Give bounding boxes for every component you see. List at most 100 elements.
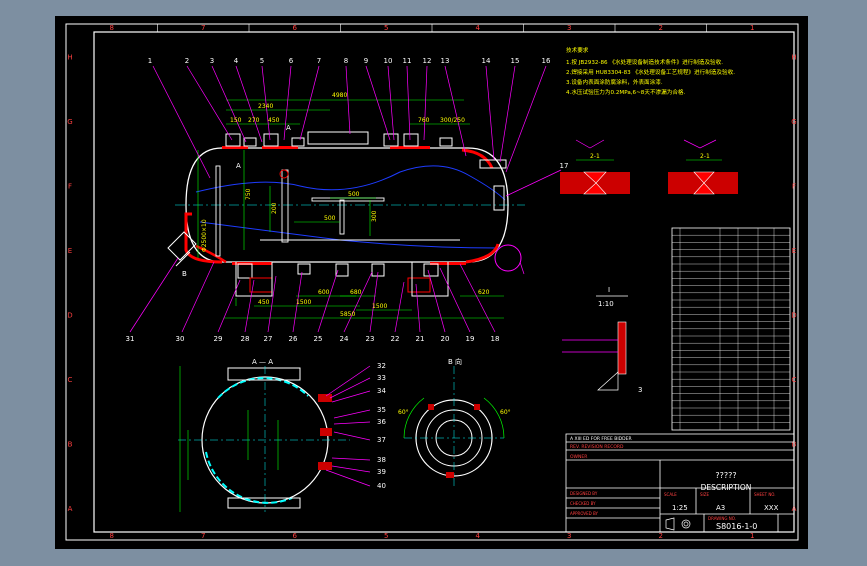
zone-row-label-left: D [67, 311, 72, 319]
zone-row-label-left: E [68, 247, 72, 255]
balloon-11: 11 [403, 57, 412, 65]
dim-300-250: 300/250 [440, 117, 465, 124]
dim-5850: 5850 [340, 311, 355, 318]
zone-col-label-bottom: 5 [384, 532, 388, 540]
revision-header: A XIII ED FOR FREE BIDDER [570, 436, 632, 442]
balloon-13: 13 [441, 57, 450, 65]
dim-270: 270 [248, 117, 260, 124]
drawing-name-cn: ????? [715, 471, 736, 480]
size-label: SIZE [700, 492, 709, 497]
balloon-34: 34 [377, 387, 386, 395]
sheet-value: XXX [764, 504, 779, 512]
balloon-25: 25 [314, 335, 323, 343]
scale-label: SCALE [664, 492, 677, 497]
balloon-10: 10 [384, 57, 393, 65]
zone-col-label-top: 3 [567, 24, 571, 32]
zone-col-label-top: 1 [750, 24, 754, 32]
balloon-15: 15 [511, 57, 520, 65]
detail-i-scale: 1:10 [598, 300, 614, 308]
balloon-16: 16 [542, 57, 551, 65]
dim-1500b: 1500 [372, 303, 387, 310]
balloon-19: 19 [466, 335, 475, 343]
balloon-17: 17 [560, 162, 569, 170]
zone-col-label-top: 8 [110, 24, 114, 32]
zone-row-label-right: E [792, 247, 796, 255]
weld-1-len: 2-1 [590, 153, 600, 160]
dim-300: 300 [371, 210, 378, 222]
zone-col-label-top: 7 [201, 24, 205, 32]
dim-4980: 4980 [332, 92, 347, 99]
zone-row-label-right: H [791, 53, 796, 61]
dim-diameter: Φ2500×10 [201, 219, 208, 252]
zone-col-label-bottom: 2 [659, 532, 663, 540]
balloon-2: 2 [185, 57, 189, 65]
zone-row-label-left: A [68, 505, 73, 513]
note-line-1: 1.按 JB2932-86 《水处理设备制造技术条件》进行制造及验收. [566, 58, 723, 66]
zone-row-label-left: F [68, 182, 72, 190]
revision-record: REV. REVISION RECORD [570, 444, 624, 450]
balloon-20: 20 [441, 335, 450, 343]
balloon-39: 39 [377, 468, 386, 476]
balloon-21: 21 [416, 335, 425, 343]
balloon-8: 8 [344, 57, 348, 65]
dim-1500: 1500 [296, 299, 311, 306]
balloon-40: 40 [377, 482, 386, 490]
balloon-26: 26 [289, 335, 298, 343]
balloon-22: 22 [391, 335, 400, 343]
zone-row-label-left: G [67, 118, 72, 126]
drawing-canvas: 8877665544332211HHGGFFEEDDCCBBAA [55, 16, 808, 549]
drawing-name-en: DESCRIPTION [701, 483, 752, 492]
mark-b: B [182, 270, 187, 278]
section-a-label: A — A [252, 358, 273, 366]
dim-620: 620 [478, 289, 490, 296]
zone-row-label-right: C [792, 376, 797, 384]
zone-col-label-bottom: 8 [110, 532, 114, 540]
balloon-24: 24 [340, 335, 349, 343]
balloon-31: 31 [126, 335, 135, 343]
balloon-23: 23 [366, 335, 375, 343]
zone-row-label-left: B [68, 440, 73, 448]
dim-600: 600 [318, 289, 330, 296]
dim-760: 760 [418, 117, 430, 124]
balloon-30: 30 [176, 335, 185, 343]
drawing-no: S8016-1-0 [716, 522, 757, 531]
zone-col-label-top: 6 [293, 24, 298, 32]
dim-150: 150 [230, 117, 242, 124]
note-line-3: 3.设备内表面涂防腐涂料，外表面涂漆. [566, 78, 663, 86]
zone-row-label-right: F [792, 182, 796, 190]
angle-60-left: 60° [398, 409, 409, 416]
zone-col-label-top: 4 [476, 24, 481, 32]
dim-2340: 2340 [258, 103, 273, 110]
zone-col-label-bottom: 4 [476, 532, 481, 540]
balloon-9: 9 [364, 57, 368, 65]
zone-row-label-right: D [791, 311, 796, 319]
note-line-4: 4.水压试验压力为0.2MPa,6~8天不渗漏为合格. [566, 88, 686, 96]
owner-label: OWNER [570, 454, 587, 460]
balloon-7: 7 [317, 57, 321, 65]
role-designed: DESIGNED BY [570, 491, 598, 496]
balloon-12: 12 [423, 57, 432, 65]
balloon-6: 6 [289, 57, 294, 65]
weld-2-len: 2-1 [700, 153, 710, 160]
dim-680: 680 [350, 289, 362, 296]
role-approved: APPROVED BY [570, 511, 599, 516]
dim-450b: 450 [258, 299, 270, 306]
mark-a-left: A [236, 162, 241, 170]
balloon-3: 3 [210, 57, 214, 65]
dim-500a: 500 [324, 215, 336, 222]
balloon-33: 33 [377, 374, 386, 382]
size-value: A3 [716, 504, 725, 512]
balloon-14: 14 [482, 57, 491, 65]
balloon-37: 37 [377, 436, 386, 444]
detail-i-label: I [608, 286, 610, 294]
balloon-36: 36 [377, 418, 386, 426]
balloon-27: 27 [264, 335, 273, 343]
balloon-38: 38 [377, 456, 386, 464]
sheet-label: SHEET NO. [754, 492, 776, 497]
drawing-no-label: DRAWING NO. [708, 516, 736, 521]
zone-col-label-bottom: 3 [567, 532, 571, 540]
zone-col-label-bottom: 1 [750, 532, 754, 540]
dim-500b: 500 [348, 191, 360, 198]
cad-viewport: 8877665544332211HHGGFFEEDDCCBBAA 1 2 3 4… [0, 0, 867, 562]
scale-value: 1:25 [672, 504, 688, 512]
